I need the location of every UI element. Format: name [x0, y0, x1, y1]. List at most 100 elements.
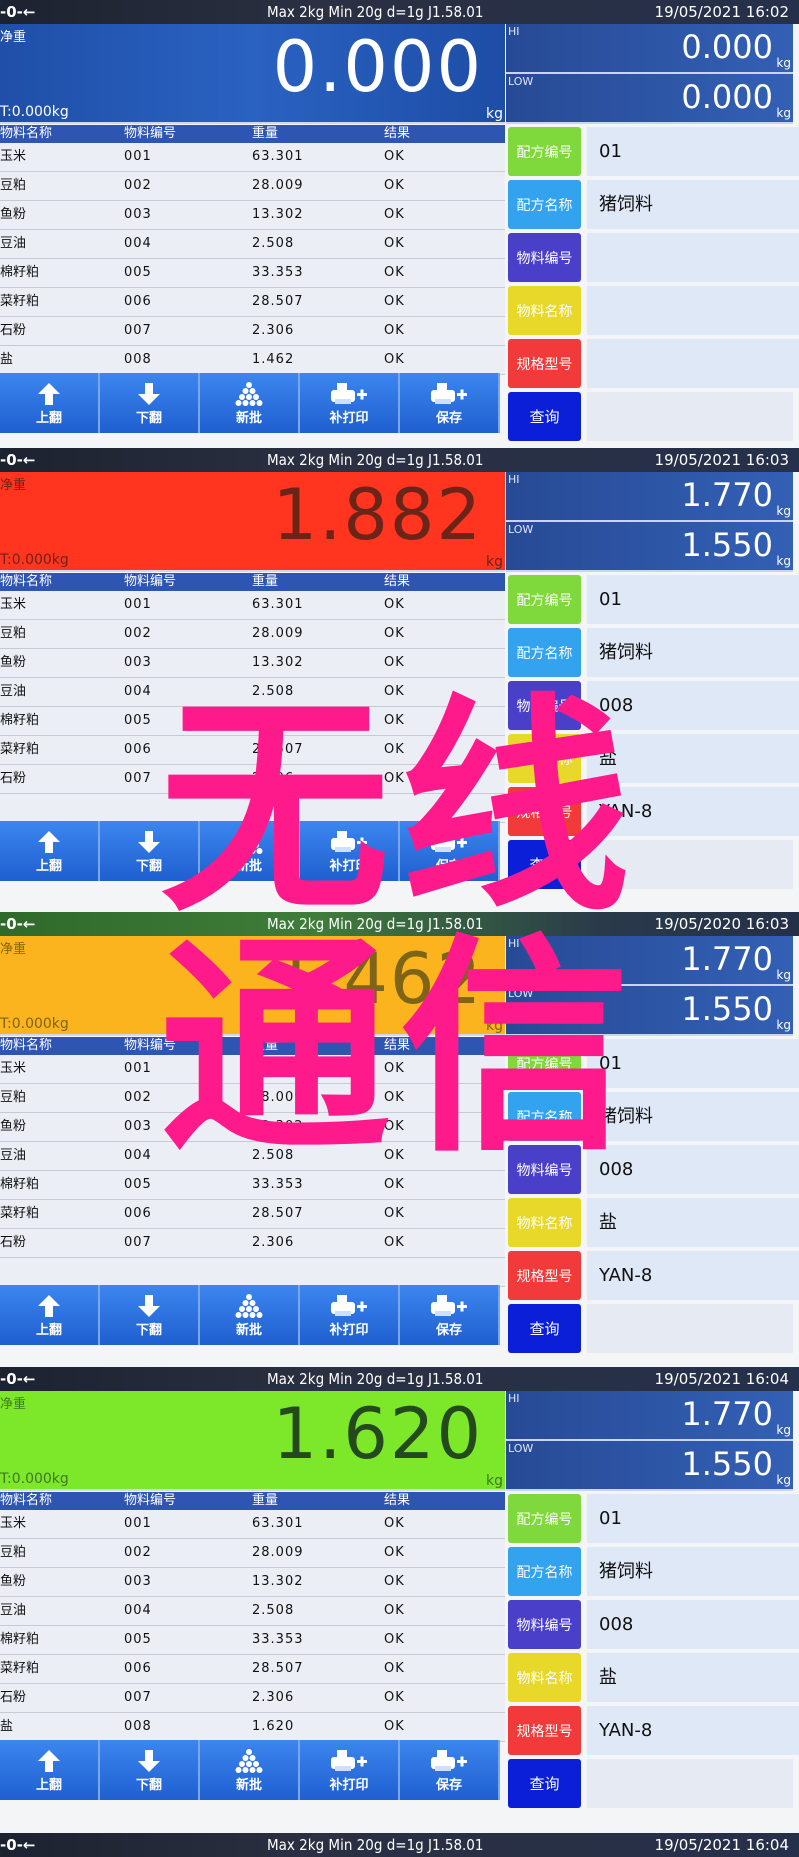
- table-row[interactable]: 菜籽粕 006 28.507 OK: [0, 1200, 505, 1229]
- field-button[interactable]: 规格型号: [508, 1251, 581, 1300]
- field-value[interactable]: [587, 339, 799, 388]
- table-row[interactable]: 石粉 007 2.306 OK: [0, 765, 505, 794]
- table-row[interactable]: 鱼粉 003 13.302 OK: [0, 1113, 505, 1142]
- field-button[interactable]: 规格型号: [508, 1706, 581, 1755]
- field-value[interactable]: 01: [587, 1039, 799, 1088]
- field-button[interactable]: 物料编号: [508, 1600, 581, 1649]
- action-button[interactable]: 上翻: [0, 1740, 100, 1800]
- field-button[interactable]: 物料编号: [508, 233, 581, 282]
- action-button[interactable]: 补打印: [300, 1285, 400, 1345]
- low-limit[interactable]: LOW 1.550 kg: [506, 1441, 793, 1491]
- action-button[interactable]: 下翻: [100, 821, 200, 881]
- action-button[interactable]: 下翻: [100, 373, 200, 433]
- table-row[interactable]: 豆油 004 2.508 OK: [0, 1597, 505, 1626]
- table-row[interactable]: 鱼粉 003 13.302 OK: [0, 649, 505, 678]
- table-row[interactable]: 豆粕 002 28.009 OK: [0, 1539, 505, 1568]
- field-value[interactable]: 猪饲料: [587, 180, 799, 229]
- action-button[interactable]: 补打印: [300, 821, 400, 881]
- table-row[interactable]: 豆油 004 2.508 OK: [0, 230, 505, 259]
- action-button[interactable]: 新批: [200, 373, 300, 433]
- action-button[interactable]: 补打印: [300, 1740, 400, 1800]
- table-row[interactable]: 玉米 001 63.301 OK: [0, 1055, 505, 1084]
- action-button[interactable]: 保存: [400, 1285, 500, 1345]
- action-button[interactable]: 新批: [200, 1285, 300, 1345]
- field-button[interactable]: 配方名称: [508, 628, 581, 677]
- table-row[interactable]: 石粉 007 2.306 OK: [0, 317, 505, 346]
- table-row[interactable]: 玉米 001 63.301 OK: [0, 1510, 505, 1539]
- table-row[interactable]: 鱼粉 003 13.302 OK: [0, 1568, 505, 1597]
- table-row[interactable]: 棉籽粕 005 33.353 OK: [0, 1626, 505, 1655]
- field-value[interactable]: 01: [587, 1494, 799, 1543]
- action-button[interactable]: 上翻: [0, 373, 100, 433]
- action-button[interactable]: 保存: [400, 1740, 500, 1800]
- action-button[interactable]: 新批: [200, 821, 300, 881]
- field-button[interactable]: 配方编号: [508, 1039, 581, 1088]
- action-button[interactable]: 上翻: [0, 821, 100, 881]
- table-row[interactable]: 石粉 007 2.306 OK: [0, 1229, 505, 1258]
- low-limit[interactable]: LOW 0.000 kg: [506, 74, 793, 124]
- field-button[interactable]: 物料名称: [508, 1198, 581, 1247]
- field-button[interactable]: 配方名称: [508, 1092, 581, 1141]
- table-row[interactable]: 棉籽粕 005 33.353 OK: [0, 707, 505, 736]
- table-row[interactable]: 豆粕 002 28.009 OK: [0, 172, 505, 201]
- low-limit[interactable]: LOW 1.550 kg: [506, 986, 793, 1036]
- field-button[interactable]: 规格型号: [508, 787, 581, 836]
- table-row[interactable]: 盐 008 1.620 OK: [0, 1713, 505, 1742]
- field-button[interactable]: 物料名称: [508, 734, 581, 783]
- field-value[interactable]: 猪饲料: [587, 628, 799, 677]
- table-row[interactable]: 鱼粉 003 13.302 OK: [0, 201, 505, 230]
- action-button[interactable]: 保存: [400, 373, 500, 433]
- field-value[interactable]: 008: [587, 1145, 799, 1194]
- field-value[interactable]: 01: [587, 575, 799, 624]
- field-value[interactable]: 猪饲料: [587, 1547, 799, 1596]
- field-button[interactable]: 物料编号: [508, 1145, 581, 1194]
- table-row[interactable]: 菜籽粕 006 28.507 OK: [0, 1655, 505, 1684]
- table-row[interactable]: 棉籽粕 005 33.353 OK: [0, 1171, 505, 1200]
- field-button[interactable]: 物料名称: [508, 1653, 581, 1702]
- field-value[interactable]: 盐: [587, 1198, 799, 1247]
- action-button[interactable]: 下翻: [100, 1740, 200, 1800]
- field-button[interactable]: 物料名称: [508, 286, 581, 335]
- action-button[interactable]: 下翻: [100, 1285, 200, 1345]
- field-button[interactable]: 配方编号: [508, 1494, 581, 1543]
- table-row[interactable]: 盐 008 1.462 OK: [0, 346, 505, 375]
- field-button[interactable]: 物料编号: [508, 681, 581, 730]
- field-value[interactable]: 008: [587, 681, 799, 730]
- action-button[interactable]: 新批: [200, 1740, 300, 1800]
- hi-limit[interactable]: HI 1.770 kg: [506, 1391, 793, 1441]
- action-button[interactable]: 补打印: [300, 373, 400, 433]
- table-row[interactable]: 石粉 007 2.306 OK: [0, 1684, 505, 1713]
- hi-limit[interactable]: HI 1.770 kg: [506, 472, 793, 522]
- field-value[interactable]: YAN-8: [587, 1706, 799, 1755]
- table-row[interactable]: 豆粕 002 28.009 OK: [0, 620, 505, 649]
- field-value[interactable]: 盐: [587, 1653, 799, 1702]
- field-button[interactable]: 配方名称: [508, 1547, 581, 1596]
- table-row[interactable]: 菜籽粕 006 28.507 OK: [0, 288, 505, 317]
- field-value[interactable]: 盐: [587, 734, 799, 783]
- table-row[interactable]: [0, 1258, 505, 1287]
- action-button[interactable]: 保存: [400, 821, 500, 881]
- table-row[interactable]: 豆油 004 2.508 OK: [0, 678, 505, 707]
- hi-limit[interactable]: HI 1.770 kg: [506, 936, 793, 986]
- field-value[interactable]: 01: [587, 127, 799, 176]
- table-row[interactable]: [0, 794, 505, 823]
- field-value[interactable]: [587, 286, 799, 335]
- field-value[interactable]: YAN-8: [587, 1251, 799, 1300]
- hi-limit[interactable]: HI 0.000 kg: [506, 24, 793, 74]
- table-row[interactable]: 豆油 004 2.508 OK: [0, 1142, 505, 1171]
- query-button[interactable]: 查询: [508, 392, 581, 441]
- table-row[interactable]: 豆粕 002 28.009 OK: [0, 1084, 505, 1113]
- table-row[interactable]: 棉籽粕 005 33.353 OK: [0, 259, 505, 288]
- table-row[interactable]: 菜籽粕 006 28.507 OK: [0, 736, 505, 765]
- field-button[interactable]: 规格型号: [508, 339, 581, 388]
- field-value[interactable]: YAN-8: [587, 787, 799, 836]
- query-button[interactable]: 查询: [508, 840, 581, 889]
- field-value[interactable]: 猪饲料: [587, 1092, 799, 1141]
- query-button[interactable]: 查询: [508, 1304, 581, 1353]
- field-value[interactable]: [587, 233, 799, 282]
- field-value[interactable]: 008: [587, 1600, 799, 1649]
- table-row[interactable]: 玉米 001 63.301 OK: [0, 591, 505, 620]
- field-button[interactable]: 配方编号: [508, 127, 581, 176]
- low-limit[interactable]: LOW 1.550 kg: [506, 522, 793, 572]
- field-button[interactable]: 配方编号: [508, 575, 581, 624]
